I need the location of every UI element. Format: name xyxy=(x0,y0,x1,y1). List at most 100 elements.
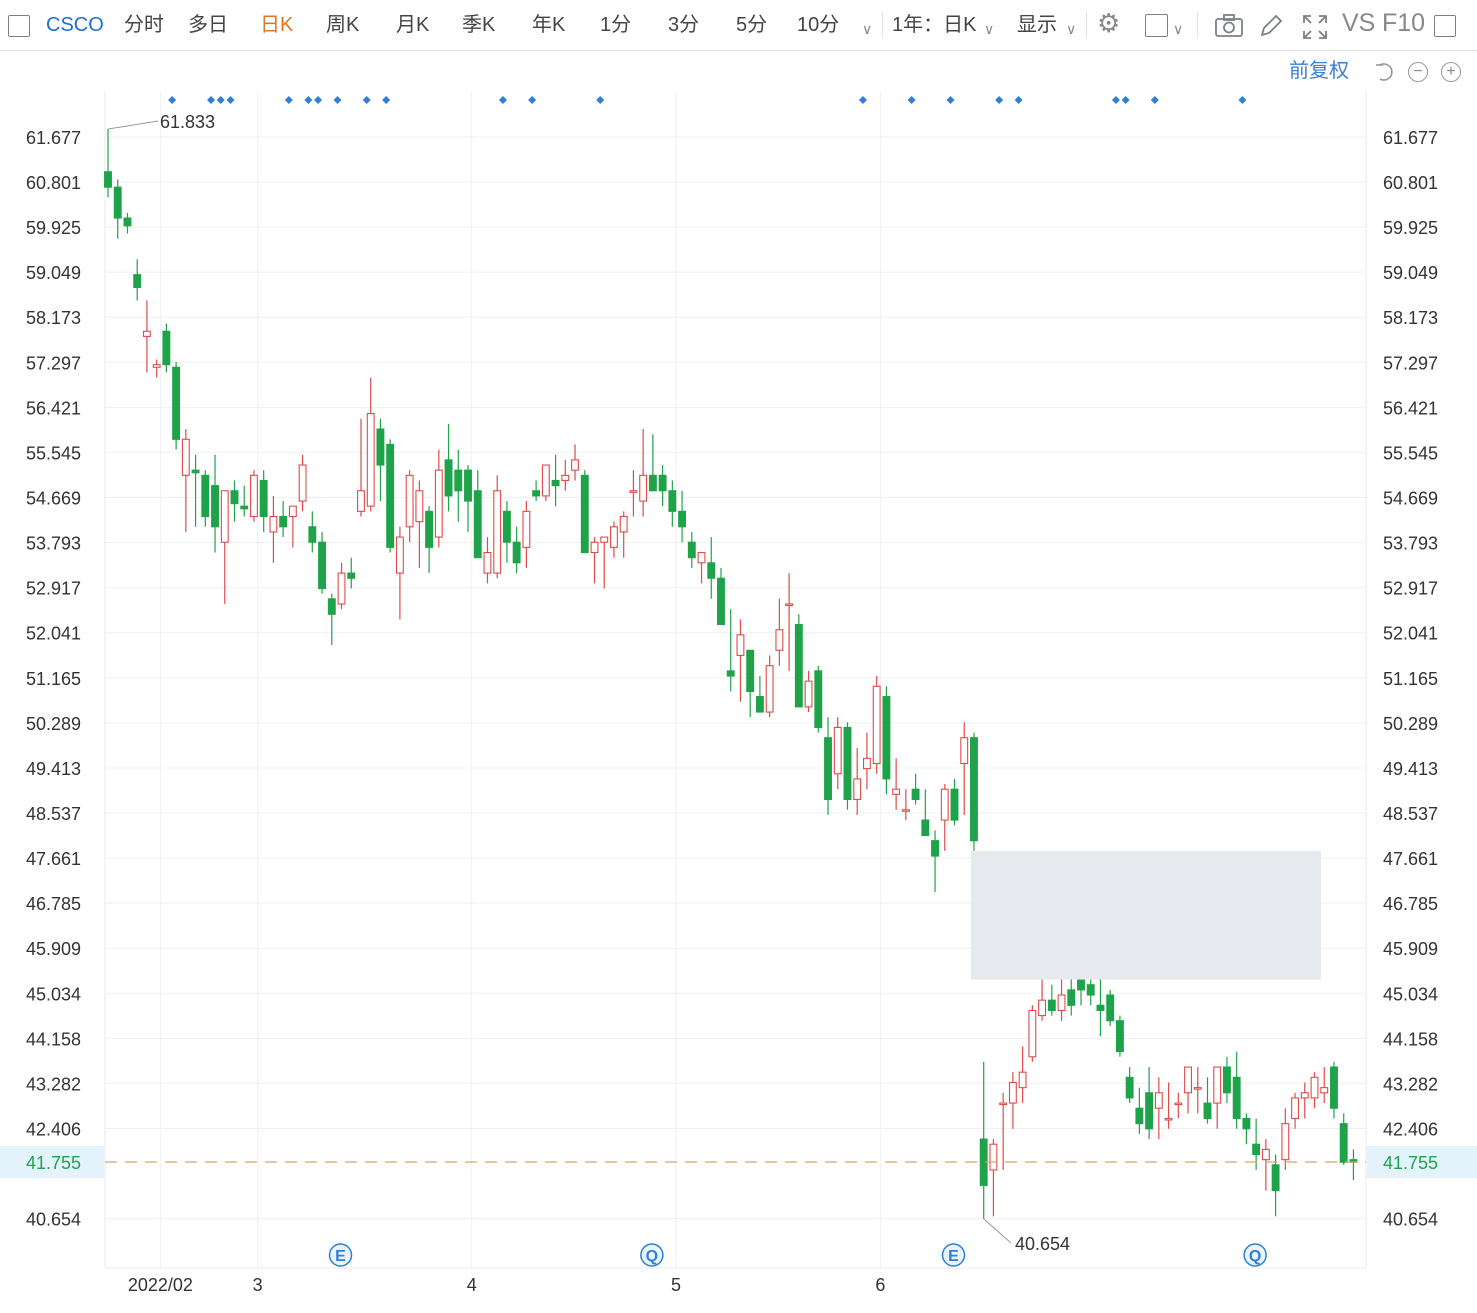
candle-body[interactable] xyxy=(1038,999,1047,1017)
candle-body[interactable] xyxy=(775,629,784,651)
tab-duori[interactable]: 多日 xyxy=(188,12,228,38)
candle-body[interactable] xyxy=(931,840,940,857)
candle-body[interactable] xyxy=(288,505,297,518)
candle-body[interactable] xyxy=(483,551,492,574)
candle-body[interactable] xyxy=(1271,1164,1280,1192)
candle-body[interactable] xyxy=(308,526,317,543)
candle-body[interactable] xyxy=(1281,1123,1290,1161)
event-dot[interactable] xyxy=(304,96,313,104)
candle-body[interactable] xyxy=(162,330,171,366)
tab-5min[interactable]: 5分 xyxy=(736,12,767,38)
candle-body[interactable] xyxy=(970,737,978,842)
candle-body[interactable] xyxy=(298,464,307,502)
candlestick-chart[interactable]: 61.677 61.677 60.801 60.801 59.925 59.925 59.0… xyxy=(0,50,1477,1313)
candle-body[interactable] xyxy=(1203,1102,1212,1120)
candle-body[interactable] xyxy=(1232,1076,1241,1120)
event-dot[interactable] xyxy=(333,96,342,104)
candle-body[interactable] xyxy=(240,505,249,510)
candle-body[interactable] xyxy=(464,469,472,502)
event-dot[interactable] xyxy=(314,96,323,104)
candle-body[interactable] xyxy=(921,819,930,837)
candle-body[interactable] xyxy=(755,696,764,713)
tab-yuek[interactable]: 月K xyxy=(396,12,429,38)
candle-body[interactable] xyxy=(1008,1081,1017,1104)
panel-toggle-icon[interactable] xyxy=(1434,15,1456,37)
candle-body[interactable] xyxy=(1252,1143,1261,1156)
candle-body[interactable] xyxy=(1330,1066,1338,1109)
candle-body[interactable] xyxy=(950,788,959,821)
display-select[interactable]: 显示 xyxy=(1017,12,1057,38)
event-dot[interactable] xyxy=(907,96,916,104)
candle-body[interactable] xyxy=(999,1102,1008,1106)
candle-body[interactable] xyxy=(814,670,823,729)
candle-body[interactable] xyxy=(172,366,181,440)
event-dot[interactable] xyxy=(995,96,1004,104)
candle-body[interactable] xyxy=(901,809,910,812)
candle-body[interactable] xyxy=(512,541,521,564)
candle-body[interactable] xyxy=(1047,999,1056,1012)
candle-body[interactable] xyxy=(473,490,482,559)
fullscreen-icon[interactable] xyxy=(1301,13,1329,41)
candle-body[interactable] xyxy=(454,469,463,492)
candle-body[interactable] xyxy=(746,649,755,692)
event-dot[interactable] xyxy=(1121,96,1130,104)
candle-body[interactable] xyxy=(279,515,288,528)
candle-body[interactable] xyxy=(123,217,132,227)
candle-body[interactable] xyxy=(502,510,511,543)
candle-body[interactable] xyxy=(580,474,589,554)
event-dot[interactable] xyxy=(946,96,955,104)
vs-button[interactable]: VS xyxy=(1342,10,1375,36)
candle-body[interactable] xyxy=(269,515,278,533)
tab-1min[interactable]: 1分 xyxy=(600,12,631,38)
event-dot[interactable] xyxy=(207,96,216,104)
candle-body[interactable] xyxy=(736,634,745,656)
candle-body[interactable] xyxy=(697,551,706,564)
candle-body[interactable] xyxy=(211,485,219,528)
tab-10min[interactable]: 10分 xyxy=(797,12,839,38)
candle-body[interactable] xyxy=(327,598,336,615)
candle-body[interactable] xyxy=(1320,1087,1329,1094)
candle-body[interactable] xyxy=(259,479,268,518)
event-dot[interactable] xyxy=(528,96,537,104)
candle-body[interactable] xyxy=(668,490,677,512)
event-dot[interactable] xyxy=(1014,96,1023,104)
candle-body[interactable] xyxy=(1174,1102,1183,1106)
candle-body[interactable] xyxy=(843,726,852,801)
candle-body[interactable] xyxy=(853,778,862,801)
candle-body[interactable] xyxy=(1115,1020,1124,1053)
candle-body[interactable] xyxy=(522,510,531,548)
event-dot[interactable] xyxy=(858,96,867,104)
candle-body[interactable] xyxy=(250,474,258,518)
candle-body[interactable] xyxy=(687,541,696,559)
candle-body[interactable] xyxy=(765,665,774,713)
tab-rik[interactable]: 日K xyxy=(260,12,293,38)
candle-body[interactable] xyxy=(1096,1004,1105,1012)
f10-button[interactable]: F10 xyxy=(1382,10,1425,36)
candle-body[interactable] xyxy=(181,438,190,476)
chevron-down-icon[interactable]: ∨ xyxy=(1173,16,1183,42)
candle-body[interactable] xyxy=(347,572,356,579)
candle-body[interactable] xyxy=(551,479,560,487)
candle-body[interactable] xyxy=(940,788,949,821)
candle-body[interactable] xyxy=(142,330,151,337)
candle-body[interactable] xyxy=(619,515,628,533)
candle-body[interactable] xyxy=(1339,1123,1348,1163)
candle-body[interactable] xyxy=(785,603,794,607)
candle-body[interactable] xyxy=(1242,1117,1251,1130)
tab-zhouk[interactable]: 周K xyxy=(326,12,359,38)
candle-body[interactable] xyxy=(600,536,609,543)
candle-body[interactable] xyxy=(794,624,803,708)
candle-body[interactable] xyxy=(1028,1009,1037,1058)
candle-body[interactable] xyxy=(434,469,443,538)
candle-body[interactable] xyxy=(415,490,424,523)
candle-body[interactable] xyxy=(230,490,239,505)
candle-body[interactable] xyxy=(1135,1107,1144,1125)
candle-body[interactable] xyxy=(590,541,599,554)
candle-body[interactable] xyxy=(1310,1076,1319,1099)
chevron-down-icon[interactable]: ∨ xyxy=(1066,16,1076,42)
candle-body[interactable] xyxy=(892,788,901,795)
candle-body[interactable] xyxy=(1145,1092,1154,1130)
event-dot[interactable] xyxy=(596,96,605,104)
candle-body[interactable] xyxy=(1213,1066,1222,1104)
sidebar-toggle-icon[interactable] xyxy=(8,15,30,37)
